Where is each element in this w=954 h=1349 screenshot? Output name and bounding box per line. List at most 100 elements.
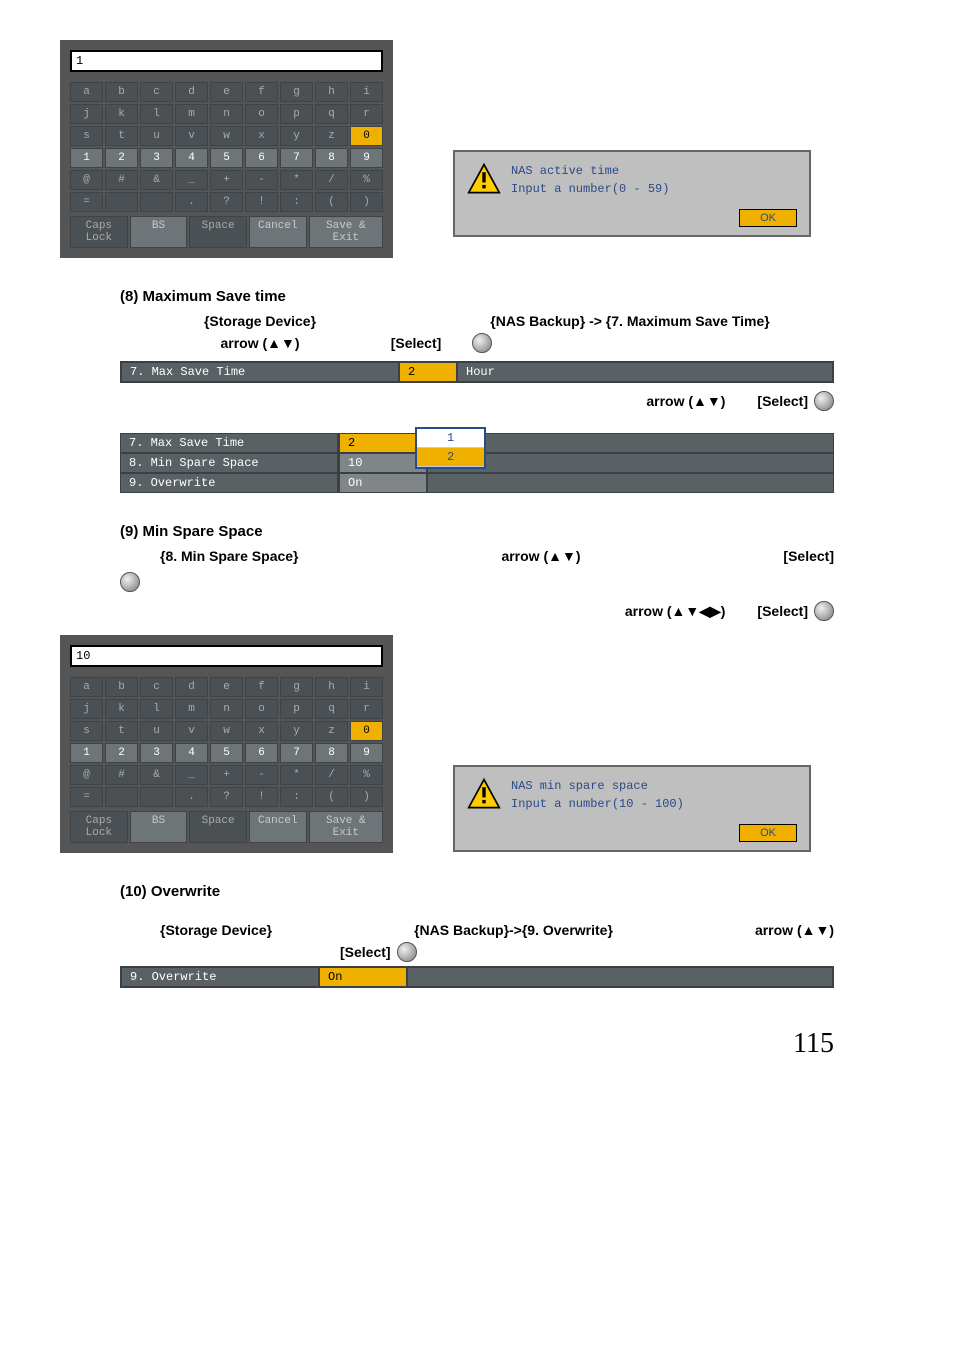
- key-bs[interactable]: BS: [130, 216, 188, 248]
- key-:[interactable]: :: [280, 192, 313, 212]
- key-l[interactable]: l: [140, 104, 173, 124]
- key-space[interactable]: Space: [189, 811, 247, 843]
- key-+[interactable]: +: [210, 170, 243, 190]
- key-3[interactable]: 3: [140, 743, 173, 763]
- key-y[interactable]: y: [280, 721, 313, 741]
- key-u[interactable]: u: [140, 126, 173, 146]
- key-i[interactable]: i: [350, 677, 383, 697]
- key-s[interactable]: s: [70, 721, 103, 741]
- key-c[interactable]: c: [140, 677, 173, 697]
- key-+[interactable]: +: [210, 765, 243, 785]
- key-![interactable]: !: [245, 192, 278, 212]
- key-*[interactable]: *: [280, 765, 313, 785]
- key-7[interactable]: 7: [280, 148, 313, 168]
- key-f[interactable]: f: [245, 82, 278, 102]
- key-blank[interactable]: [140, 192, 173, 212]
- dropdown-option-1[interactable]: 1: [417, 429, 484, 448]
- key-h[interactable]: h: [315, 82, 348, 102]
- key-/[interactable]: /: [315, 765, 348, 785]
- key-o[interactable]: o: [245, 104, 278, 124]
- key-q[interactable]: q: [315, 104, 348, 124]
- menu-value[interactable]: On: [338, 474, 428, 492]
- key-([interactable]: (: [315, 787, 348, 807]
- key-4[interactable]: 4: [175, 743, 208, 763]
- key-#[interactable]: #: [105, 170, 138, 190]
- key-g[interactable]: g: [280, 82, 313, 102]
- key-z[interactable]: z: [315, 721, 348, 741]
- key-z[interactable]: z: [315, 126, 348, 146]
- key-0[interactable]: 0: [350, 126, 383, 146]
- key-f[interactable]: f: [245, 677, 278, 697]
- key-caps-lock[interactable]: Caps Lock: [70, 811, 128, 843]
- menu-value[interactable]: 2: [398, 363, 458, 381]
- key-o[interactable]: o: [245, 699, 278, 719]
- key-n[interactable]: n: [210, 104, 243, 124]
- key-a[interactable]: a: [70, 82, 103, 102]
- key-6[interactable]: 6: [245, 743, 278, 763]
- key-6[interactable]: 6: [245, 148, 278, 168]
- key-&[interactable]: &: [140, 765, 173, 785]
- key-.[interactable]: .: [175, 787, 208, 807]
- key-2[interactable]: 2: [105, 148, 138, 168]
- ok-button[interactable]: OK: [739, 209, 797, 227]
- key-x[interactable]: x: [245, 126, 278, 146]
- key-blank[interactable]: [105, 192, 138, 212]
- key-=[interactable]: =: [70, 787, 103, 807]
- key-_[interactable]: _: [175, 170, 208, 190]
- key-m[interactable]: m: [175, 104, 208, 124]
- key--[interactable]: -: [245, 765, 278, 785]
- key-w[interactable]: w: [210, 721, 243, 741]
- key-c[interactable]: c: [140, 82, 173, 102]
- key-q[interactable]: q: [315, 699, 348, 719]
- key-w[interactable]: w: [210, 126, 243, 146]
- key-9[interactable]: 9: [350, 148, 383, 168]
- key-cancel[interactable]: Cancel: [249, 811, 307, 843]
- key-k[interactable]: k: [105, 104, 138, 124]
- key-a[interactable]: a: [70, 677, 103, 697]
- key-blank[interactable]: [105, 787, 138, 807]
- key-_[interactable]: _: [175, 765, 208, 785]
- key-save-exit[interactable]: Save & Exit: [309, 216, 383, 248]
- key-%[interactable]: %: [350, 170, 383, 190]
- key-m[interactable]: m: [175, 699, 208, 719]
- key-?[interactable]: ?: [210, 787, 243, 807]
- menu-value[interactable]: On: [318, 968, 408, 986]
- key-i[interactable]: i: [350, 82, 383, 102]
- key-t[interactable]: t: [105, 721, 138, 741]
- key-s[interactable]: s: [70, 126, 103, 146]
- key-@[interactable]: @: [70, 765, 103, 785]
- key-v[interactable]: v: [175, 126, 208, 146]
- key-/[interactable]: /: [315, 170, 348, 190]
- key-#[interactable]: #: [105, 765, 138, 785]
- key-j[interactable]: j: [70, 699, 103, 719]
- key-l[interactable]: l: [140, 699, 173, 719]
- key--[interactable]: -: [245, 170, 278, 190]
- key-0[interactable]: 0: [350, 721, 383, 741]
- key-5[interactable]: 5: [210, 148, 243, 168]
- key-v[interactable]: v: [175, 721, 208, 741]
- key-1[interactable]: 1: [70, 148, 103, 168]
- key-u[interactable]: u: [140, 721, 173, 741]
- key-caps-lock[interactable]: Caps Lock: [70, 216, 128, 248]
- key-e[interactable]: e: [210, 677, 243, 697]
- key-p[interactable]: p: [280, 699, 313, 719]
- key-)[interactable]: ): [350, 787, 383, 807]
- key-.[interactable]: .: [175, 192, 208, 212]
- ok-button[interactable]: OK: [739, 824, 797, 842]
- key-@[interactable]: @: [70, 170, 103, 190]
- key-)[interactable]: ): [350, 192, 383, 212]
- key-?[interactable]: ?: [210, 192, 243, 212]
- key-k[interactable]: k: [105, 699, 138, 719]
- key-h[interactable]: h: [315, 677, 348, 697]
- key-3[interactable]: 3: [140, 148, 173, 168]
- key-8[interactable]: 8: [315, 148, 348, 168]
- key-x[interactable]: x: [245, 721, 278, 741]
- key-n[interactable]: n: [210, 699, 243, 719]
- key-%[interactable]: %: [350, 765, 383, 785]
- key-([interactable]: (: [315, 192, 348, 212]
- dropdown-option-2[interactable]: 2: [417, 448, 484, 467]
- key-blank[interactable]: [140, 787, 173, 807]
- key-=[interactable]: =: [70, 192, 103, 212]
- key-5[interactable]: 5: [210, 743, 243, 763]
- key-4[interactable]: 4: [175, 148, 208, 168]
